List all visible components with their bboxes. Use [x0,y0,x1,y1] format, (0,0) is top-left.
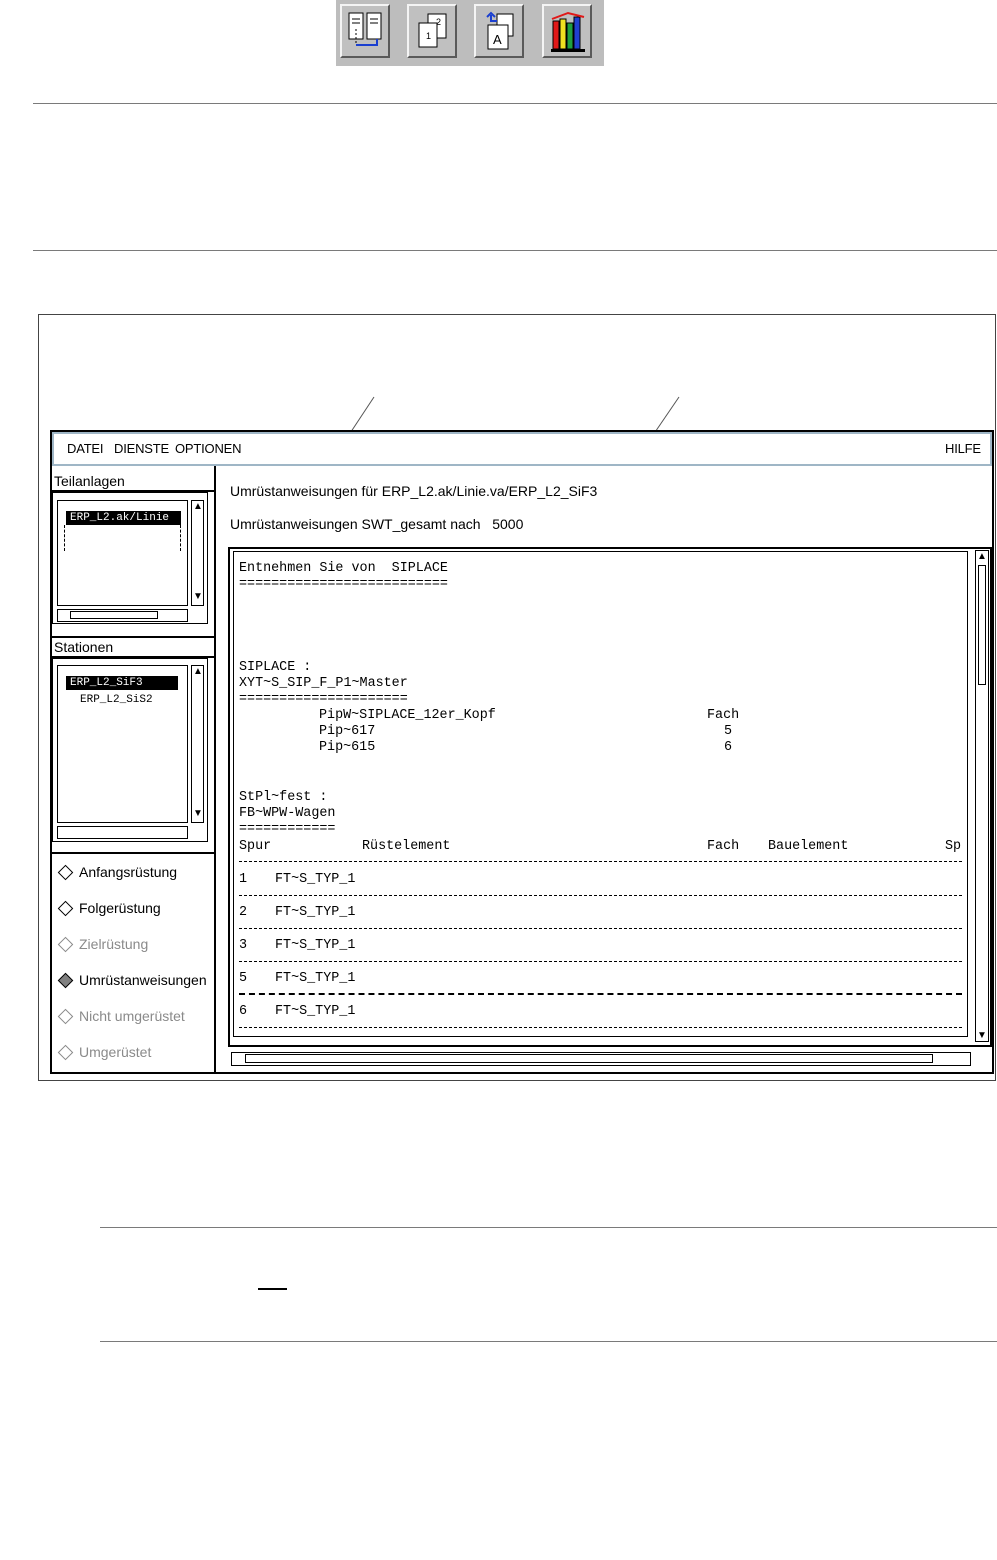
col-header-fach: Fach [707,839,740,854]
focus-marker [64,525,66,551]
scroll-thumb[interactable] [245,1054,933,1063]
menu-datei[interactable]: DATEI [67,441,104,456]
table-rule [239,895,962,896]
wagen-label: FB~WPW-Wagen [239,806,336,821]
pip-fach: 6 [724,740,733,755]
scroll-up-arrow-icon[interactable]: ▲ [193,501,203,512]
short-underline [258,1288,287,1290]
stationen-hscroll[interactable] [57,826,188,839]
col-header-spur: Spur [239,839,272,854]
text-area-inner [233,551,968,1037]
scroll-down-arrow-icon[interactable]: ▼ [977,1030,987,1041]
table-rule [239,861,962,862]
col-header-ruestelement: Rüstelement [362,839,451,854]
menu-hilfe[interactable]: HILFE [945,441,981,456]
pip-name: Pip~615 [319,740,376,755]
col-header-bauelement: Bauelement [768,839,849,854]
wagen-underline: ============ [239,822,336,837]
pip-fach: 5 [724,724,733,739]
header-line-2: Umrüstanweisungen SWT_gesamt nach 5000 [230,516,524,532]
stationen-vscroll[interactable] [191,665,204,823]
scroll-down-arrow-icon[interactable]: ▼ [193,808,203,819]
pip-name: Pip~617 [319,724,376,739]
row-spur: 3 [239,938,248,953]
stationen-title: Stationen [54,639,114,655]
menu-optionen[interactable]: OPTIONEN [175,441,241,456]
stationen-item[interactable]: ERP_L2_SiS2 [80,693,153,707]
stationen-item-selected[interactable]: ERP_L2_SiF3 [66,676,178,690]
options-divider [52,852,214,854]
option-label: Zielrüstung [79,936,149,952]
heading-underline: ========================== [239,577,448,592]
scroll-thumb[interactable] [70,611,158,619]
scroll-thumb[interactable] [978,565,986,685]
teilanlagen-title: Teilanlagen [54,473,125,489]
option-label: Umgerüstet [79,1044,152,1060]
master-label: XYT~S_SIP_F_P1~Master [239,676,408,691]
option-label: Umrüstanweisungen [79,972,207,988]
scroll-down-arrow-icon[interactable]: ▼ [193,591,203,602]
header-line-1: Umrüstanweisungen für ERP_L2.ak/Linie.va… [230,483,598,499]
col-header-sp: Sp [945,839,962,854]
row-element: FT~S_TYP_1 [275,971,356,986]
option-label: Nicht umgerüstet [79,1008,185,1024]
stpl-label: StPl~fest : [239,790,328,805]
row-element: FT~S_TYP_1 [275,905,356,920]
row-spur: 1 [239,872,248,887]
row-spur: 2 [239,905,248,920]
table-rule [239,961,962,962]
row-element: FT~S_TYP_1 [275,1004,356,1019]
menu-dienste[interactable]: DIENSTE [114,441,169,456]
pip-name: PipW~SIPLACE_12er_Kopf [319,708,496,723]
table-rule [239,1027,962,1028]
row-spur: 6 [239,1004,248,1019]
pip-fach: Fach [707,708,740,723]
table-rule [239,928,962,929]
option-label: Anfangsrüstung [79,864,178,880]
row-element: FT~S_TYP_1 [275,938,356,953]
focus-marker [180,525,182,551]
scroll-up-arrow-icon[interactable]: ▲ [977,551,987,562]
option-label: Folgerüstung [79,900,161,916]
scroll-up-arrow-icon[interactable]: ▲ [193,666,203,677]
siplace-label: SIPLACE : [239,660,312,675]
master-underline: ===================== [239,692,408,707]
divider [100,1227,997,1228]
row-element: FT~S_TYP_1 [275,872,356,887]
content-heading: Entnehmen Sie von SIPLACE [239,561,448,576]
row-spur: 5 [239,971,248,986]
divider [100,1341,997,1342]
column-divider [214,466,216,1072]
teilanlagen-item-selected[interactable]: ERP_L2.ak/Linie [66,511,181,525]
table-rule [239,993,962,995]
